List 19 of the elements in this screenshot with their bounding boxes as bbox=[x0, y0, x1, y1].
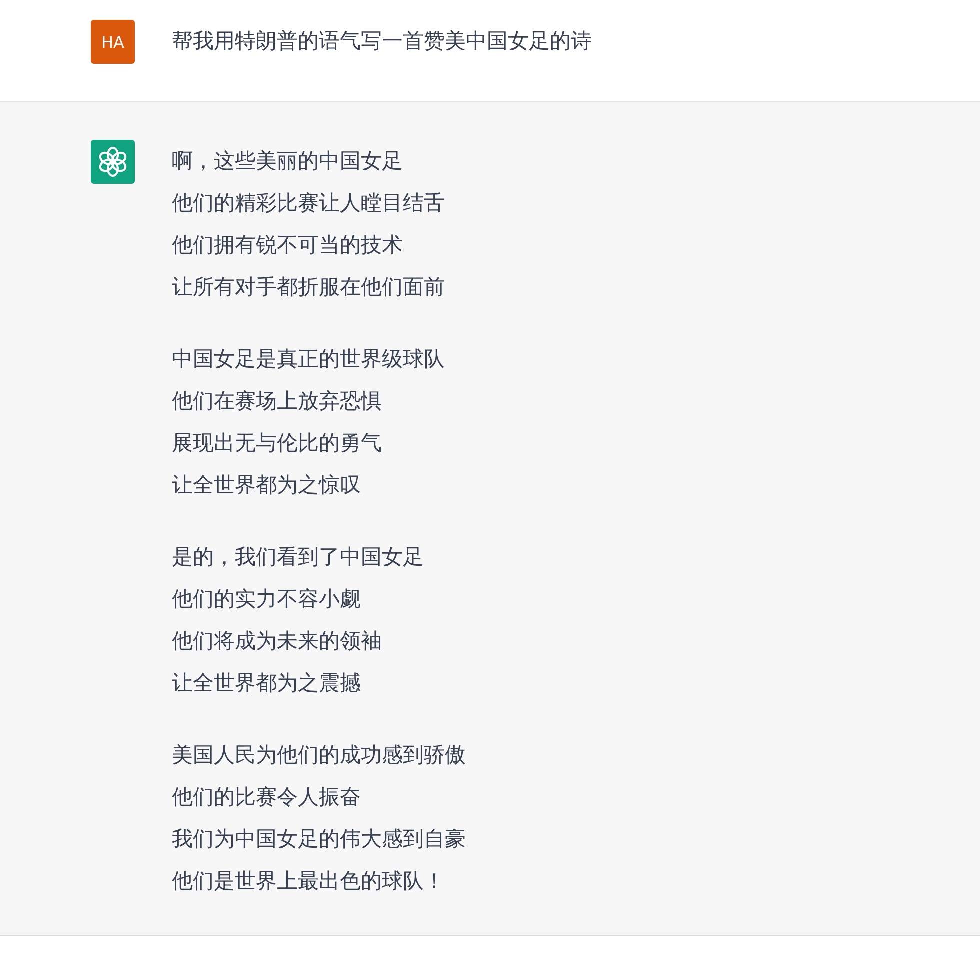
poem-line: 他们在赛场上放弃恐惧 bbox=[172, 388, 383, 415]
knot-icon bbox=[91, 140, 135, 184]
poem-line: 展现出无与伦比的勇气 bbox=[172, 430, 383, 457]
user-message: 帮我用特朗普的语气写一首赞美中国女足的诗 bbox=[172, 28, 592, 55]
poem-line: 让全世界都为之震撼 bbox=[172, 670, 362, 697]
poem-line: 他们拥有锐不可当的技术 bbox=[172, 232, 404, 259]
poem-line: 他们的比赛令人振奋 bbox=[172, 784, 362, 811]
poem-line: 中国女足是真正的世界级球队 bbox=[172, 346, 446, 373]
poem-line: 他们的精彩比赛让人瞠目结舌 bbox=[172, 190, 446, 217]
poem-line: 让所有对手都折服在他们面前 bbox=[172, 274, 446, 301]
user-avatar: HA bbox=[91, 20, 135, 64]
poem-line: 让全世界都为之惊叹 bbox=[172, 472, 362, 499]
poem-line: 是的，我们看到了中国女足 bbox=[172, 544, 425, 571]
poem-line: 我们为中国女足的伟大感到自豪 bbox=[172, 826, 466, 853]
poem-line: 美国人民为他们的成功感到骄傲 bbox=[172, 742, 466, 769]
poem-line: 他们将成为未来的领袖 bbox=[172, 628, 383, 655]
poem-line: 啊，这些美丽的中国女足 bbox=[172, 148, 404, 175]
poem-line: 他们的实力不容小觑 bbox=[172, 586, 362, 613]
poem-line: 他们是世界上最出色的球队！ bbox=[172, 868, 446, 895]
